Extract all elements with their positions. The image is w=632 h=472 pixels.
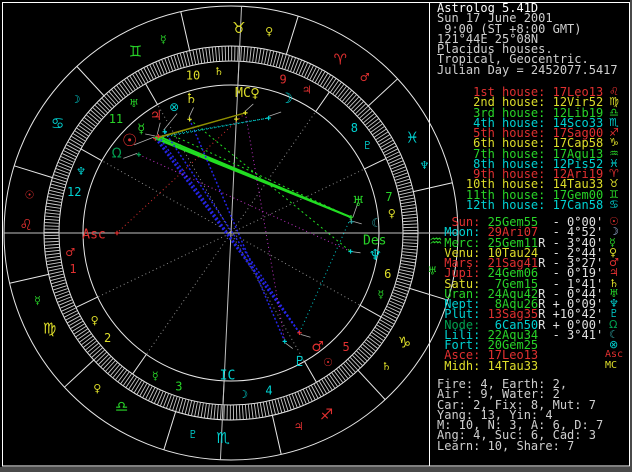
zodiac-sign-icon: ♋ (609, 199, 619, 210)
house-list: 1st house: 17Leo13♌ 2nd house: 12Vir52♍ … (437, 87, 603, 210)
chart-header: Astrolog 5.41D Sun 17 June 2001 9:00 (ST… (437, 3, 618, 75)
planet-list: Sun: 25Gem55 - 0°00'☉ Moon: 29Ari07 - 4°… (437, 217, 603, 371)
stat-learn-share: Learn: 10, Share: 7 (437, 441, 603, 451)
planet-row: Midh: 14Tau33 MC (437, 361, 603, 371)
info-panel: Astrolog 5.41D Sun 17 June 2001 9:00 (ST… (0, 0, 632, 472)
planet-label: Midh: (437, 359, 480, 373)
astrolog-window: ♈♂♉♀♊☿♋☽♌☉♍☿♎♀♏♇♐♃♑♄♒♅♓♆1♂2♀3☿4☽5☉6☿7♀8♇… (0, 0, 632, 472)
planet-position: 14Tau33 (480, 359, 538, 373)
midh-symbol: MC (605, 361, 617, 371)
stats-list: Fire: 4, Earth: 2, Air : 9, Water: 2 Car… (437, 379, 603, 451)
planet-motion (538, 359, 545, 373)
house-cusp-text: 12th house: 17Can58 (437, 198, 603, 212)
julian-day: Julian Day = 2452077.5417 (437, 65, 618, 75)
house-row: 12th house: 17Can58♋ (437, 200, 603, 210)
